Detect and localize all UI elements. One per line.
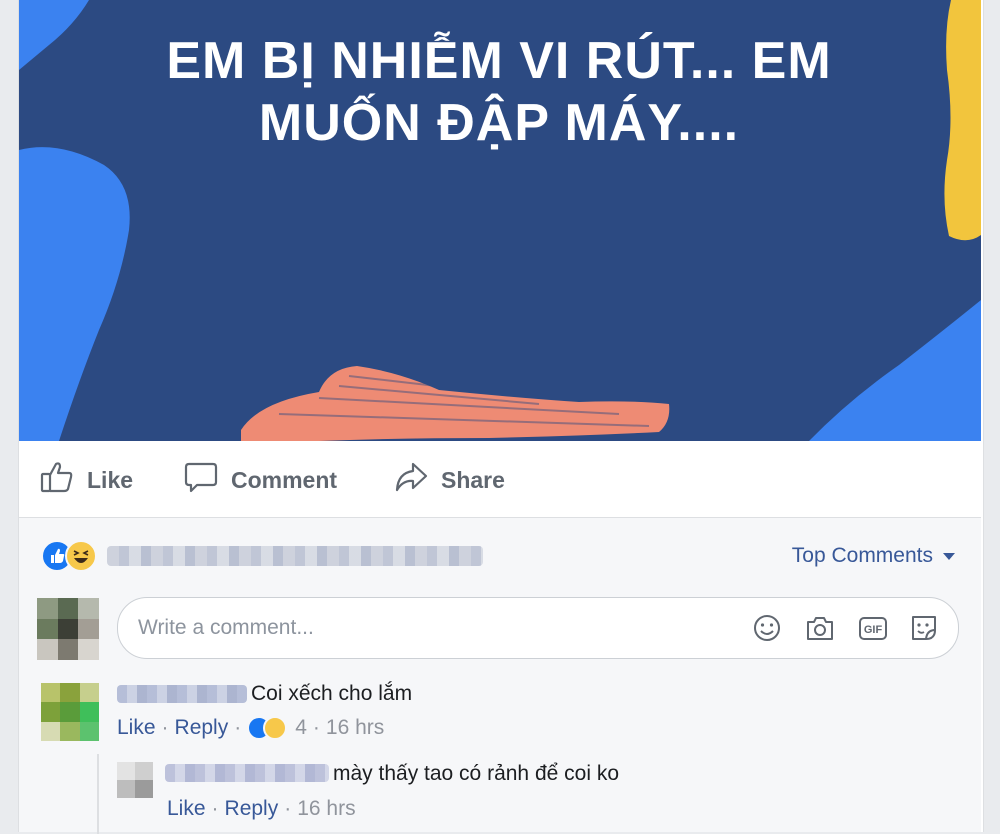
reply-thread-line [97, 754, 99, 834]
comment-button[interactable]: Comment [183, 461, 337, 499]
reply-like-link[interactable]: Like [167, 797, 206, 821]
reply-meta: Like · Reply · 16 hrs [167, 797, 356, 821]
separator-dot: · [211, 797, 219, 820]
separator-dot: · [161, 716, 169, 739]
reply-reply-link[interactable]: Reply [225, 797, 279, 821]
comment-button-label: Comment [231, 466, 338, 493]
separator-dot: · [234, 716, 242, 739]
sticker-icon[interactable] [907, 611, 941, 645]
reactions-summary[interactable] [41, 540, 483, 572]
caret-down-icon [943, 552, 955, 560]
current-user-avatar[interactable] [37, 598, 99, 660]
speech-bubble-icon [183, 459, 231, 501]
reply-avatar[interactable] [117, 762, 153, 798]
comments-section: Top Comments Write a comment... GIF Coi … [19, 518, 981, 834]
reaction-count[interactable]: 4 [295, 716, 307, 740]
post-action-bar: Like Comment Share [19, 441, 981, 518]
comment-meta: Like · Reply · 4 · 16 hrs [117, 716, 384, 740]
emoji-icon[interactable] [750, 611, 784, 645]
blurred-commenter-name[interactable] [117, 685, 247, 703]
reply-text: mày thấy tao có rảnh để coi ko [333, 762, 619, 785]
haha-reaction-icon [263, 716, 288, 740]
separator-dot: · [312, 716, 320, 739]
share-arrow-icon [393, 459, 441, 501]
comment-input[interactable] [136, 612, 720, 644]
comment-timestamp[interactable]: 16 hrs [326, 716, 384, 740]
blurred-replier-name[interactable] [165, 764, 329, 782]
comment-composer: GIF [117, 597, 959, 659]
sort-label: Top Comments [791, 544, 933, 567]
post-image-text: EM BỊ NHIỄM VI RÚT... EM MUỐN ĐẬP MÁY...… [166, 32, 832, 152]
share-button[interactable]: Share [393, 461, 505, 499]
post-image[interactable]: EM BỊ NHIỄM VI RÚT... EM MUỐN ĐẬP MÁY...… [19, 0, 981, 441]
post-card: EM BỊ NHIỄM VI RÚT... EM MUỐN ĐẬP MÁY...… [18, 0, 984, 834]
share-button-label: Share [441, 466, 505, 493]
comment-text: Coi xếch cho lắm [251, 682, 413, 705]
comment-like-link[interactable]: Like [117, 716, 156, 740]
like-button[interactable]: Like [39, 461, 133, 499]
top-comments-sort[interactable]: Top Comments [792, 544, 955, 568]
gif-icon[interactable]: GIF [856, 611, 890, 645]
haha-reaction-icon [65, 540, 97, 572]
thumbs-up-icon [39, 459, 87, 501]
blurred-reactors-names [107, 546, 483, 566]
like-button-label: Like [87, 466, 134, 493]
svg-text:GIF: GIF [864, 624, 883, 636]
reply-timestamp[interactable]: 16 hrs [297, 797, 355, 821]
commenter-avatar[interactable] [41, 683, 99, 741]
comment-reply-link[interactable]: Reply [175, 716, 229, 740]
separator-dot: · [284, 797, 292, 820]
camera-icon[interactable] [803, 611, 837, 645]
